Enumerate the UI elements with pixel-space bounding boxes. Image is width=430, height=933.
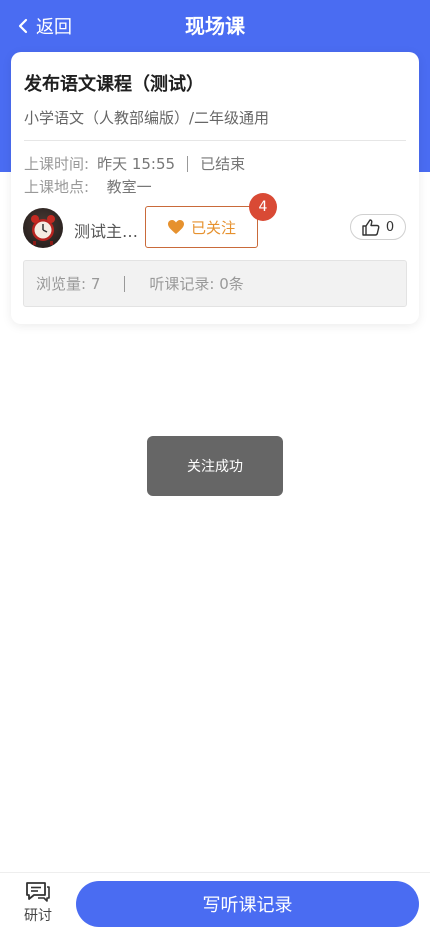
toast-message: 关注成功 — [147, 436, 283, 496]
follow-label: 已关注 — [190, 218, 236, 237]
class-time-value: 昨天 15:55 — [97, 155, 176, 173]
separator — [124, 275, 126, 292]
notification-badge: 4 — [249, 193, 277, 221]
class-place-label: 上课地点: — [24, 178, 90, 196]
heart-icon — [167, 220, 184, 234]
like-button[interactable]: 0 — [350, 214, 406, 240]
record-count: 听课记录: 0条 — [149, 275, 244, 293]
class-place-value: 教室一 — [106, 178, 152, 196]
avatar[interactable] — [23, 208, 63, 248]
class-status: 已结束 — [200, 155, 246, 173]
course-card: 发布语文课程（测试） 小学语文（人教部编版）/二年级通用 上课时间: 昨天 15… — [11, 52, 419, 324]
like-count: 0 — [385, 219, 395, 235]
course-subtitle: 小学语文（人教部编版）/二年级通用 — [24, 109, 270, 127]
alarm-clock-icon — [31, 215, 55, 245]
class-time-row: 上课时间: 昨天 15:55 已结束 — [24, 153, 245, 174]
course-title: 发布语文课程（测试） — [24, 74, 204, 95]
bottom-bar: 研讨 写听课记录 — [0, 872, 430, 933]
thumbs-up-icon — [362, 218, 380, 236]
view-count: 浏览量: 7 — [36, 275, 101, 293]
class-time-label: 上课时间: — [24, 155, 90, 173]
host-name: 测试主… — [74, 222, 139, 241]
discussion-icon — [26, 882, 50, 902]
divider — [24, 140, 406, 141]
separator — [187, 155, 189, 172]
discuss-label: 研讨 — [24, 908, 52, 924]
follow-button[interactable]: 已关注 — [145, 206, 258, 248]
nav-bar: 返回 现场课 — [0, 0, 430, 52]
class-place-row: 上课地点: 教室一 — [24, 176, 152, 197]
write-record-button[interactable]: 写听课记录 — [76, 881, 419, 927]
discuss-button[interactable]: 研讨 — [18, 881, 58, 925]
stats-bar: 浏览量: 7 听课记录: 0条 — [23, 260, 407, 307]
page-title: 现场课 — [185, 14, 245, 38]
